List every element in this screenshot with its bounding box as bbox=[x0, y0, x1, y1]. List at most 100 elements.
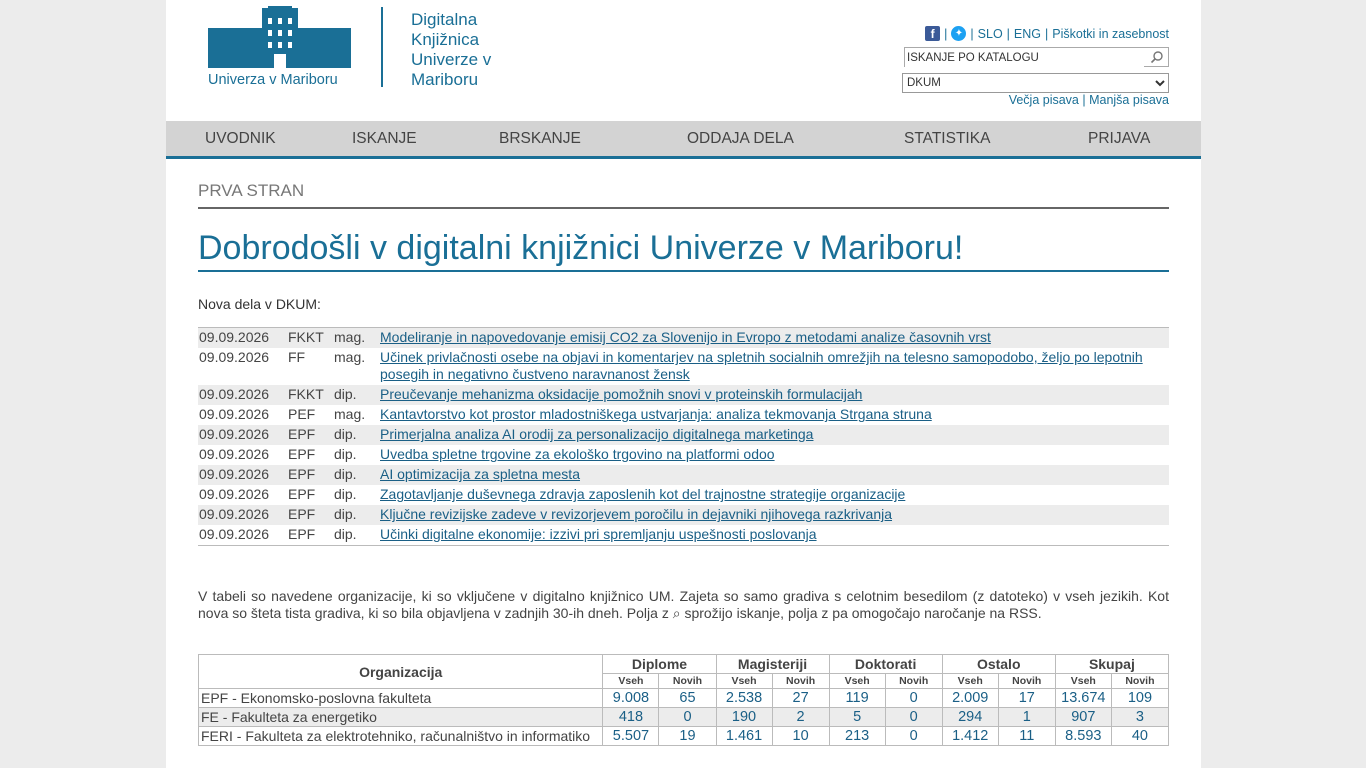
item-type: dip. bbox=[334, 506, 357, 522]
sub-vseh: Vseh bbox=[1054, 673, 1112, 689]
item-date: 09.09.2026 bbox=[199, 506, 270, 522]
cell-count[interactable]: 10 bbox=[771, 726, 830, 746]
cell-count[interactable]: 2 bbox=[771, 707, 830, 727]
cell-count[interactable]: 1.461 bbox=[715, 726, 773, 746]
twitter-icon[interactable]: ✦ bbox=[951, 26, 967, 41]
cell-count[interactable]: 3 bbox=[1110, 707, 1170, 727]
table-header-row: Organizacija Diplome Magisteriji Doktora… bbox=[197, 654, 1170, 689]
list-item: 09.09.2026 FKKT mag. Modeliranje in napo… bbox=[198, 327, 1169, 348]
cell-count[interactable]: 2.009 bbox=[941, 688, 999, 708]
organizations-description: V tabeli so navedene organizacije, ki so… bbox=[198, 588, 1169, 621]
item-title-link[interactable]: Ključne revizijske zadeve v revizorjevem… bbox=[380, 506, 892, 522]
table-row: FERI - Fakulteta za elektrotehniko, raču… bbox=[197, 726, 1170, 746]
cell-count[interactable]: 0 bbox=[658, 707, 717, 727]
font-larger-link[interactable]: Večja pisava bbox=[1009, 93, 1079, 107]
item-title-link[interactable]: Učinki digitalne ekonomije: izzivi pri s… bbox=[380, 526, 817, 542]
org-name: FERI - Fakulteta za elektrotehniko, raču… bbox=[197, 726, 604, 746]
search-icon[interactable] bbox=[1150, 50, 1164, 64]
cell-count[interactable]: 0 bbox=[884, 707, 943, 727]
item-date: 09.09.2026 bbox=[199, 406, 270, 422]
dkum-logo-line: Univerze v bbox=[411, 50, 492, 69]
font-size-links: Večja pisava | Manjša pisava bbox=[1008, 93, 1169, 107]
item-type: dip. bbox=[334, 526, 357, 542]
cell-count[interactable]: 40 bbox=[1110, 726, 1170, 746]
nav-uvodnik[interactable]: UVODNIK bbox=[205, 130, 276, 148]
col-organizacija: Organizacija bbox=[197, 654, 604, 689]
dkum-logo[interactable]: Digitalna Knjižnica Univerze v Mariboru bbox=[411, 10, 491, 90]
lang-eng-link[interactable]: ENG bbox=[1014, 27, 1041, 41]
cell-count[interactable]: 1 bbox=[997, 707, 1056, 727]
col-group-ostalo: Ostalo bbox=[941, 654, 1056, 674]
cell-count[interactable]: 0 bbox=[884, 688, 943, 708]
cell-count[interactable]: 2.538 bbox=[715, 688, 773, 708]
cell-count[interactable]: 17 bbox=[997, 688, 1056, 708]
item-title-link[interactable]: Kantavtorstvo kot prostor mladostniškega… bbox=[380, 406, 932, 422]
item-org: EPF bbox=[288, 486, 316, 502]
font-smaller-link[interactable]: Manjša pisava bbox=[1089, 93, 1169, 107]
sub-novih: Novih bbox=[884, 673, 943, 689]
item-org: PEF bbox=[288, 406, 316, 422]
item-date: 09.09.2026 bbox=[199, 526, 270, 542]
dkum-logo-line: Knjižnica bbox=[411, 30, 480, 49]
item-title-link[interactable]: Zagotavljanje duševnega zdravja zaposlen… bbox=[380, 486, 905, 502]
cell-count[interactable]: 13.674 bbox=[1054, 688, 1112, 708]
cell-count[interactable]: 213 bbox=[828, 726, 886, 746]
item-type: dip. bbox=[334, 466, 357, 482]
item-type: dip. bbox=[334, 386, 357, 402]
item-date: 09.09.2026 bbox=[199, 329, 270, 345]
catalog-search-input[interactable] bbox=[905, 49, 1144, 67]
cell-count[interactable]: 9.008 bbox=[602, 688, 660, 708]
nav-prijava[interactable]: PRIJAVA bbox=[1088, 130, 1150, 148]
collection-select[interactable]: DKUM bbox=[902, 73, 1169, 93]
nav-statistika[interactable]: STATISTIKA bbox=[904, 130, 990, 148]
cookies-link[interactable]: Piškotki in zasebnost bbox=[1052, 27, 1169, 41]
cell-count[interactable]: 5 bbox=[828, 707, 886, 727]
cell-count[interactable]: 0 bbox=[884, 726, 943, 746]
item-date: 09.09.2026 bbox=[199, 466, 270, 482]
col-group-diplome: Diplome bbox=[602, 654, 717, 674]
cell-count[interactable]: 119 bbox=[828, 688, 886, 708]
cell-count[interactable]: 11 bbox=[997, 726, 1056, 746]
cell-count[interactable]: 65 bbox=[658, 688, 717, 708]
cell-count[interactable]: 907 bbox=[1054, 707, 1112, 727]
list-item: 09.09.2026 PEF mag. Kantavtorstvo kot pr… bbox=[198, 405, 1169, 425]
item-type: dip. bbox=[334, 486, 357, 502]
item-title-link[interactable]: Modeliranje in napovedovanje emisij CO2 … bbox=[380, 329, 991, 345]
item-date: 09.09.2026 bbox=[199, 386, 270, 402]
item-date: 09.09.2026 bbox=[199, 426, 270, 442]
item-type: dip. bbox=[334, 426, 357, 442]
list-item: 09.09.2026 FF mag. Učinek privlačnosti o… bbox=[198, 348, 1169, 385]
cell-count[interactable]: 109 bbox=[1110, 688, 1170, 708]
item-org: EPF bbox=[288, 466, 316, 482]
item-title-link[interactable]: Uvedba spletne trgovine za ekološko trgo… bbox=[380, 446, 775, 462]
cell-count[interactable]: 294 bbox=[941, 707, 999, 727]
page-title: Dobrodošli v digitalni knjižnici Univerz… bbox=[198, 229, 1169, 272]
table-row: EPF - Ekonomsko-poslovna fakulteta 9.008… bbox=[197, 688, 1170, 708]
list-item: 09.09.2026 EPF dip. Ključne revizijske z… bbox=[198, 505, 1169, 525]
item-date: 09.09.2026 bbox=[199, 349, 270, 365]
cell-count[interactable]: 27 bbox=[771, 688, 830, 708]
nav-iskanje[interactable]: ISKANJE bbox=[352, 130, 417, 148]
lang-slo-link[interactable]: SLO bbox=[978, 27, 1003, 41]
sub-vseh: Vseh bbox=[941, 673, 999, 689]
item-org: EPF bbox=[288, 446, 316, 462]
dkum-logo-line: Mariboru bbox=[411, 70, 479, 89]
col-group-skupaj: Skupaj bbox=[1054, 654, 1170, 674]
item-org: FKKT bbox=[288, 329, 324, 345]
item-title-link[interactable]: Učinek privlačnosti osebe na objavi in k… bbox=[380, 349, 1143, 382]
sub-vseh: Vseh bbox=[828, 673, 886, 689]
cell-count[interactable]: 5.507 bbox=[602, 726, 660, 746]
cell-count[interactable]: 19 bbox=[658, 726, 717, 746]
cell-count[interactable]: 1.412 bbox=[941, 726, 999, 746]
facebook-icon[interactable]: f bbox=[925, 26, 941, 41]
nav-oddaja-dela[interactable]: ODDAJA DELA bbox=[687, 130, 794, 148]
cell-count[interactable]: 418 bbox=[602, 707, 660, 727]
item-title-link[interactable]: Primerjalna analiza AI orodij za persona… bbox=[380, 426, 813, 442]
new-works-list: 09.09.2026 FKKT mag. Modeliranje in napo… bbox=[198, 327, 1169, 546]
item-title-link[interactable]: AI optimizacija za spletna mesta bbox=[380, 466, 580, 482]
um-logo[interactable]: Univerza v Mariboru bbox=[208, 6, 353, 92]
nav-brskanje[interactable]: BRSKANJE bbox=[499, 130, 581, 148]
cell-count[interactable]: 8.593 bbox=[1054, 726, 1112, 746]
cell-count[interactable]: 190 bbox=[715, 707, 773, 727]
item-title-link[interactable]: Preučevanje mehanizma oksidacije pomožni… bbox=[380, 386, 862, 402]
